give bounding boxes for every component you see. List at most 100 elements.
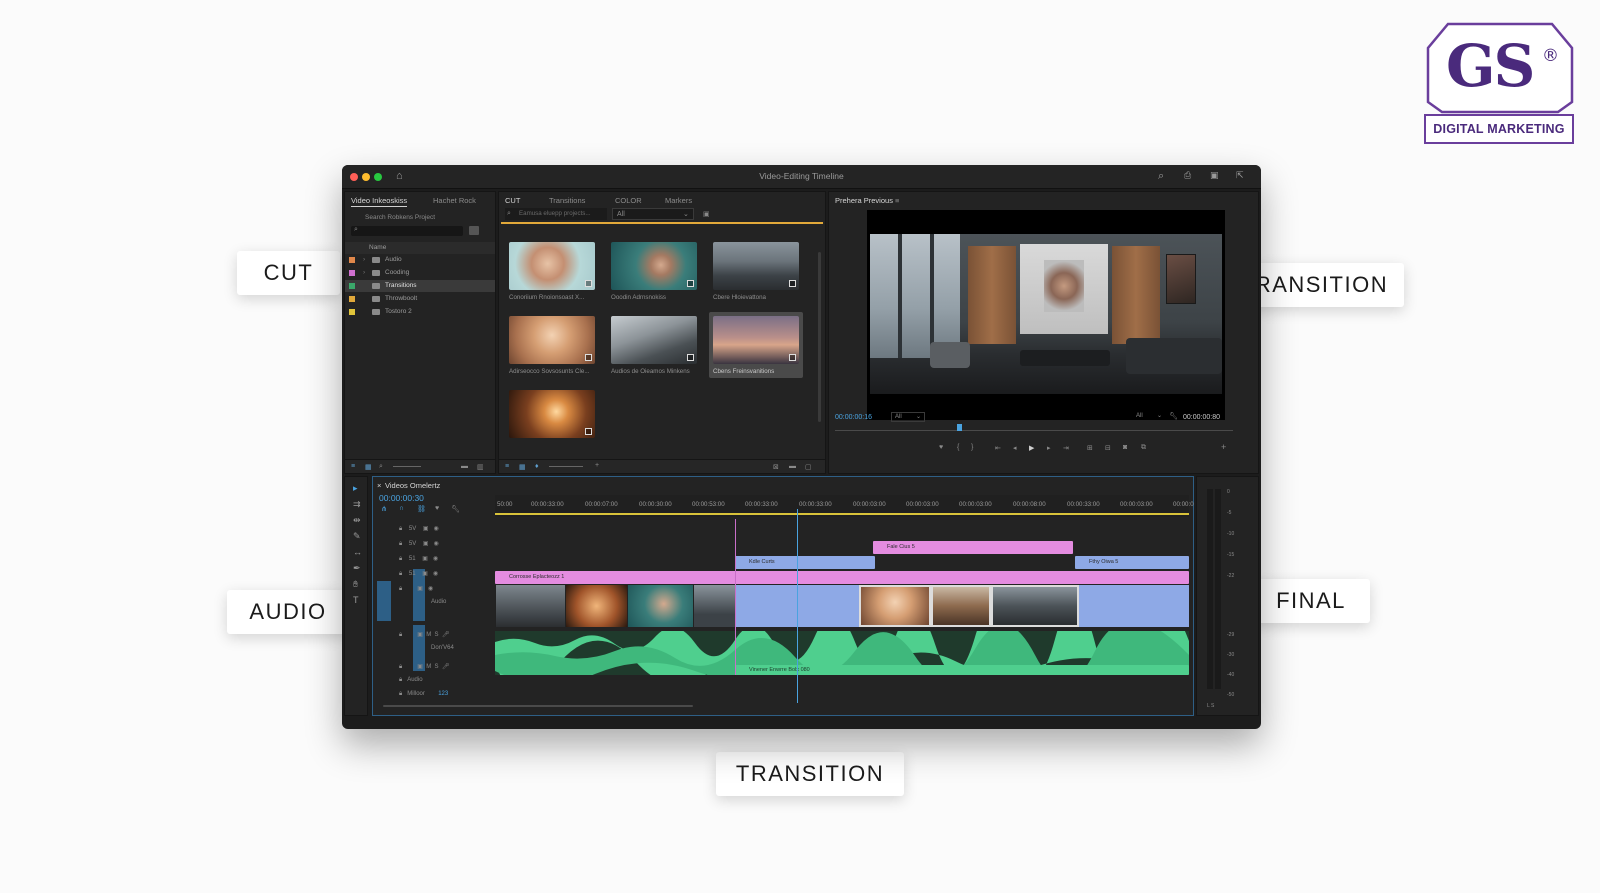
panel-menu-icon[interactable]: ≡ <box>895 196 899 205</box>
list-view-icon[interactable]: ≡ <box>505 463 509 470</box>
snap-icon[interactable]: ∩ <box>399 505 404 512</box>
preview-scrub-bar[interactable] <box>835 430 1233 431</box>
play-icon[interactable]: ▶ <box>1029 444 1034 452</box>
preview-video-frame[interactable] <box>867 210 1225 420</box>
go-to-out-icon[interactable]: ⇥ <box>1063 444 1069 452</box>
expand-chevron-icon[interactable]: › <box>363 254 365 266</box>
expand-chevron-icon[interactable]: › <box>363 267 365 279</box>
media-thumbnail-6[interactable] <box>713 316 799 364</box>
playhead-line[interactable] <box>797 509 798 703</box>
razor-tool-icon[interactable]: ✎ <box>353 531 361 542</box>
timeline-horizontal-scrollbar[interactable] <box>383 705 693 707</box>
add-icon[interactable]: + <box>595 462 599 469</box>
share-icon[interactable]: ⇱ <box>1236 170 1244 181</box>
video-clip-4[interactable] <box>693 585 735 627</box>
preview-playhead[interactable] <box>957 424 962 431</box>
search-icon[interactable]: ⌕ <box>1158 170 1164 183</box>
video-track-v1[interactable] <box>495 585 1189 627</box>
timeline-timecode[interactable]: 00:00:00:30 <box>379 493 424 503</box>
icon-view-icon[interactable]: ▦ <box>519 463 526 471</box>
timeline-ruler[interactable]: 50:00 00:00:33:00 00:00:07:00 00:00:30:0… <box>495 495 1194 517</box>
project-search-input[interactable]: ⌕ <box>351 226 463 236</box>
add-button-icon[interactable]: + <box>1221 442 1226 452</box>
zoom-slider[interactable] <box>393 466 421 467</box>
go-to-in-icon[interactable]: ⇤ <box>995 444 1001 452</box>
delete-icon[interactable]: ▢ <box>805 463 812 471</box>
step-back-icon[interactable]: ◂ <box>1013 444 1017 452</box>
new-bin-button[interactable] <box>469 226 479 235</box>
sort-icon[interactable]: ♦ <box>535 463 539 470</box>
type-tool-icon[interactable]: T <box>353 595 359 605</box>
project-item-cooding[interactable]: › Cooding <box>345 267 495 279</box>
preview-fit-select[interactable]: All ⌄ <box>891 412 925 422</box>
ripple-edit-tool-icon[interactable]: ⇹ <box>353 515 361 526</box>
marker-icon[interactable]: ♥ <box>939 444 943 451</box>
selection-tool-icon[interactable]: ▸ <box>353 483 358 494</box>
tab-color[interactable]: COLOR <box>615 196 642 205</box>
clip-blue-b[interactable]: Fthy Oiwa 5 <box>1075 556 1189 569</box>
timeline-sequence-tab[interactable]: Videos Omelertz <box>385 481 440 490</box>
tab-hachet-rock[interactable]: Hachet Rock <box>433 196 476 205</box>
video-clip-3[interactable] <box>627 585 693 627</box>
overwrite-icon[interactable]: ⊟ <box>1105 444 1111 452</box>
media-filter-select[interactable]: All ⌄ <box>612 208 694 220</box>
new-folder-icon[interactable]: ▬ <box>461 463 468 470</box>
tab-project[interactable]: Video Inkeoskiss <box>351 196 407 205</box>
tab-transitions[interactable]: Transitions <box>549 196 585 205</box>
video-clip-7[interactable] <box>991 585 1079 627</box>
new-item-icon[interactable]: ▬ <box>789 463 796 470</box>
wrench-icon[interactable]: 🔧︎ <box>1169 412 1178 420</box>
media-thumbnail-4[interactable] <box>509 316 595 364</box>
media-thumbnail-1[interactable] <box>509 242 595 290</box>
timeline-tracks[interactable]: Fale Cius 5 Kdle Curts Fthy Oiwa 5 Corro… <box>495 509 1189 703</box>
media-thumbnail-2[interactable] <box>611 242 697 290</box>
video-clip-6[interactable] <box>931 585 991 627</box>
list-view-icon[interactable]: ≡ <box>351 463 355 470</box>
tab-cut[interactable]: CUT <box>505 196 520 205</box>
timeline-settings-icon[interactable]: 🔧︎ <box>451 505 460 513</box>
pen-tool-icon[interactable]: ✒ <box>353 563 361 574</box>
media-search-input[interactable]: ⌕ Eamusa eluepp projects... <box>505 208 607 220</box>
preview-timecode-in[interactable]: 00:00:00:16 <box>835 414 872 421</box>
tab-markers[interactable]: Markers <box>665 196 692 205</box>
video-clip-1[interactable] <box>495 585 565 627</box>
clip-blue-a[interactable]: Kdle Curts <box>735 556 875 569</box>
track-select-tool-icon[interactable]: ⇉ <box>353 499 361 510</box>
camera-icon[interactable]: ◙ <box>1123 444 1127 451</box>
preview-quality-select[interactable]: All ⌄ <box>1133 412 1167 422</box>
nest-icon[interactable]: ⋔ <box>381 505 387 513</box>
project-item-throwboolt[interactable]: Throwboolt <box>345 293 495 305</box>
add-marker-icon[interactable]: ♥ <box>435 505 439 512</box>
insert-icon[interactable]: ⊞ <box>1087 444 1093 452</box>
compare-icon[interactable]: ⧉ <box>1141 444 1146 452</box>
clip-pink-top[interactable]: Fale Cius 5 <box>873 541 1073 554</box>
slip-tool-icon[interactable]: ↔ <box>353 547 362 557</box>
settings-icon[interactable]: ▣ <box>703 210 710 218</box>
project-item-audio[interactable]: › Audio <box>345 254 495 266</box>
linked-selection-icon[interactable]: ⛓︎ <box>417 505 426 513</box>
media-scrollbar[interactable] <box>818 252 821 422</box>
project-item-transitions[interactable]: Transitions <box>345 280 495 292</box>
media-thumbnail-3[interactable] <box>713 242 799 290</box>
mark-out-icon[interactable]: } <box>971 444 973 451</box>
clip-pink-main[interactable]: Corrosse Eplacteozz 1 <box>495 571 1189 584</box>
hand-tool-icon[interactable]: ✋︎ <box>353 579 358 590</box>
work-area-bar[interactable] <box>495 513 1189 515</box>
thumbnail-size-slider[interactable] <box>549 466 583 467</box>
timeline-close-icon[interactable]: × <box>377 481 381 490</box>
mark-in-icon[interactable]: { <box>957 444 959 451</box>
icon-view-icon[interactable]: ▦ <box>365 463 372 471</box>
source-patch-v[interactable] <box>377 581 391 621</box>
clip-audio-green[interactable]: Vinener Enwrre Bolx 080 <box>735 665 1189 675</box>
export-icon[interactable]: ⎙ <box>1184 170 1191 181</box>
layout-icon[interactable]: ▣ <box>1210 170 1219 181</box>
project-item-tostoro[interactable]: Tostoro 2 <box>345 306 495 318</box>
video-clip-2[interactable] <box>565 585 627 627</box>
delete-icon[interactable]: ▥ <box>477 463 484 471</box>
video-clip-5[interactable] <box>859 585 931 627</box>
step-forward-icon[interactable]: ▸ <box>1047 444 1051 452</box>
media-thumbnail-5[interactable] <box>611 316 697 364</box>
automate-icon[interactable]: ⊠ <box>773 463 779 471</box>
media-thumbnail-7[interactable] <box>509 390 595 438</box>
zoom-icon[interactable]: ⌕ <box>379 463 383 471</box>
